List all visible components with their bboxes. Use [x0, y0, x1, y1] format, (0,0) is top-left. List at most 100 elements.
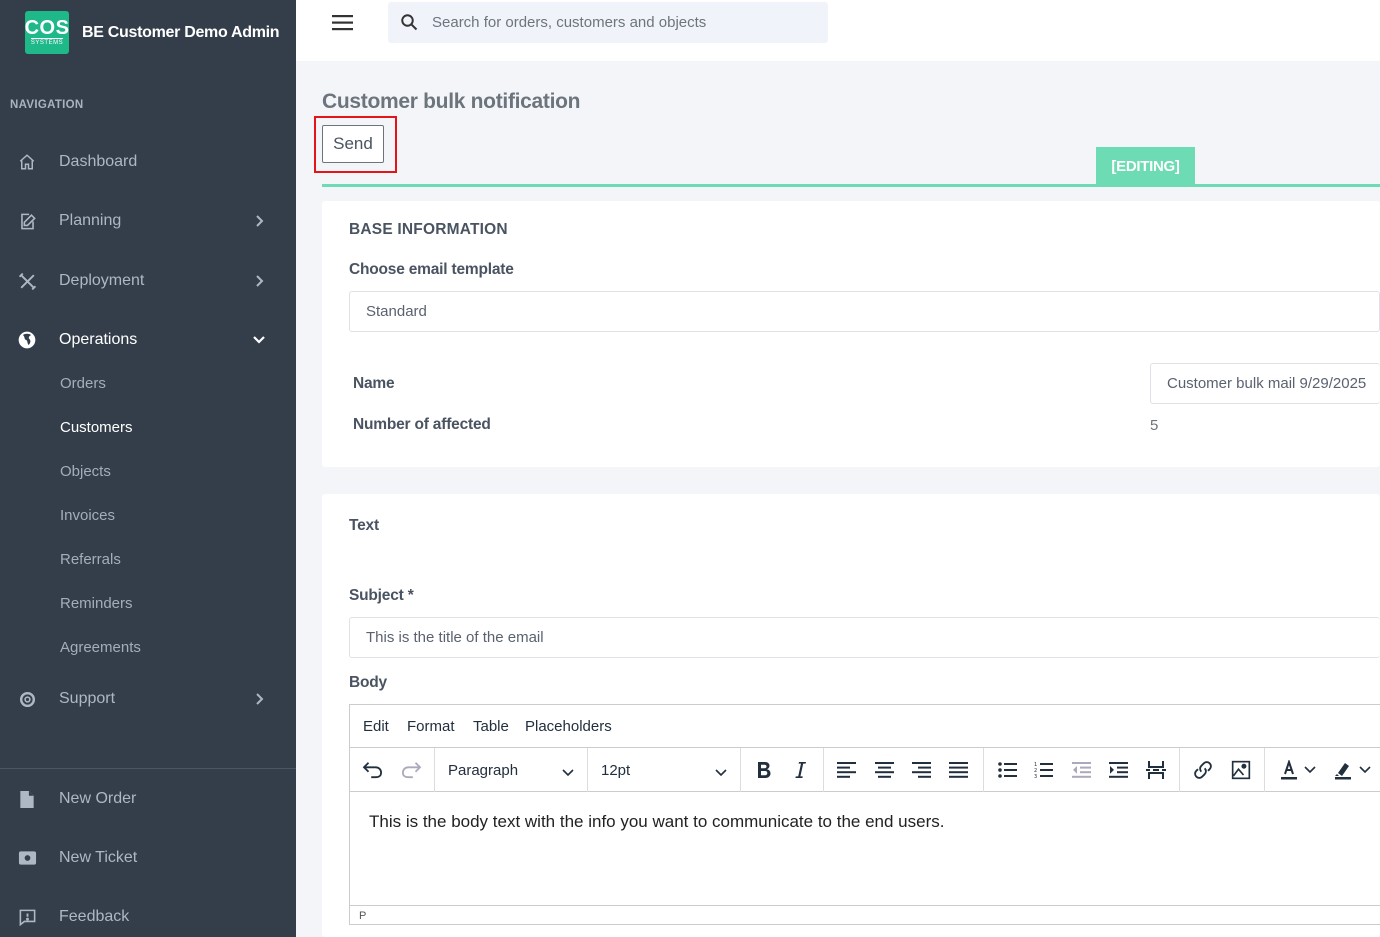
search-icon [400, 13, 418, 36]
chevron-right-icon [252, 214, 266, 228]
redo-icon[interactable] [398, 757, 424, 783]
editor-toolbar: Paragraph 12pt 1 2 3 [350, 748, 1380, 792]
toolbar-separator [587, 748, 588, 792]
menu-edit[interactable]: Edit [363, 718, 389, 735]
svg-text:3: 3 [1034, 774, 1037, 779]
rich-text-editor: Edit Format Table Placeholders Paragraph… [349, 704, 1380, 925]
sidebar-item-label: Feedback [59, 908, 130, 925]
chevron-down-icon[interactable] [1303, 757, 1317, 783]
edit-icon [16, 210, 38, 232]
page-title: Customer bulk notification [322, 90, 581, 113]
hamburger-menu-icon[interactable] [332, 15, 354, 31]
subject-field[interactable]: This is the title of the email [349, 617, 1380, 658]
sidebar-item-label: Support [59, 690, 116, 707]
chevron-right-icon [252, 274, 266, 288]
numbered-list-icon[interactable]: 123 [1031, 757, 1057, 783]
menu-placeholders[interactable]: Placeholders [525, 718, 612, 735]
editor-menubar: Edit Format Table Placeholders [350, 705, 1380, 748]
sidebar-subitem-referrals[interactable]: Referrals [60, 551, 121, 568]
brand[interactable]: COS SYSTEMS BE Customer Demo Admin [25, 11, 280, 54]
base-information-heading: BASE INFORMATION [349, 221, 508, 238]
body-label: Body [349, 674, 387, 691]
align-left-icon[interactable] [834, 757, 860, 783]
sidebar-item-planning[interactable]: Planning [0, 201, 296, 241]
sidebar-item-label: Deployment [59, 272, 145, 289]
affected-count: 5 [1150, 417, 1159, 434]
brand-name: BE Customer Demo Admin [82, 23, 280, 41]
toolbar-separator [434, 748, 435, 792]
link-icon[interactable] [1190, 757, 1216, 783]
editor-content[interactable]: This is the body text with the info you … [369, 812, 944, 832]
highlight-color-icon[interactable] [1330, 757, 1356, 783]
sidebar-subitem-reminders[interactable]: Reminders [60, 595, 133, 612]
sidebar-item-label: New Ticket [59, 849, 138, 866]
sidebar-item-feedback[interactable]: Feedback [0, 897, 296, 937]
align-center-icon[interactable] [872, 757, 898, 783]
affected-label: Number of affected [353, 416, 491, 433]
cos-systems-logo: COS SYSTEMS [25, 11, 69, 54]
sidebar-item-label: Dashboard [59, 153, 138, 170]
chevron-right-icon [252, 692, 266, 706]
chevron-down-icon [562, 764, 574, 781]
sidebar-subitem-agreements[interactable]: Agreements [60, 639, 141, 656]
bold-icon[interactable] [751, 757, 777, 783]
menu-table[interactable]: Table [473, 718, 509, 735]
ticket-icon [16, 847, 38, 869]
lifebuoy-icon [16, 688, 38, 710]
search-input[interactable] [432, 2, 812, 43]
toolbar-separator [1264, 748, 1265, 792]
sidebar-subitem-objects[interactable]: Objects [60, 463, 111, 480]
status-line [322, 184, 1380, 187]
sidebar-item-deployment[interactable]: Deployment [0, 261, 296, 301]
bullet-list-icon[interactable] [995, 757, 1021, 783]
subject-label: Subject * [349, 587, 414, 604]
home-icon [16, 151, 38, 173]
toolbar-separator [983, 748, 984, 792]
feedback-icon [16, 906, 38, 928]
chevron-down-icon [252, 333, 266, 347]
nav-heading: NAVIGATION [10, 99, 84, 111]
align-right-icon[interactable] [909, 757, 935, 783]
name-field[interactable]: Customer bulk mail 9/29/2025 [1150, 363, 1380, 404]
italic-icon[interactable] [788, 757, 814, 783]
text-color-icon[interactable] [1276, 757, 1302, 783]
page-break-icon[interactable] [1143, 757, 1169, 783]
toolbar-separator [740, 748, 741, 792]
sidebar-item-operations[interactable]: Operations [0, 320, 296, 360]
undo-icon[interactable] [360, 757, 386, 783]
search-box [388, 2, 828, 43]
chevron-down-icon[interactable] [1358, 757, 1372, 783]
sidebar-item-label: Planning [59, 212, 122, 229]
block-format-value: Paragraph [448, 761, 519, 779]
indent-icon[interactable] [1106, 757, 1132, 783]
name-label: Name [353, 375, 395, 392]
email-template-select[interactable]: Standard [349, 291, 1380, 332]
sidebar: COS SYSTEMS BE Customer Demo Admin NAVIG… [0, 0, 296, 937]
logo-text-bottom: SYSTEMS [30, 38, 64, 46]
outdent-icon[interactable] [1069, 757, 1095, 783]
logo-text-top: COS [24, 17, 70, 39]
block-format-select[interactable]: Paragraph [448, 748, 578, 792]
sidebar-item-new-order[interactable]: New Order [0, 779, 296, 819]
file-icon [16, 788, 38, 810]
globe-icon [16, 329, 38, 351]
image-icon[interactable] [1228, 757, 1254, 783]
font-size-value: 12pt [601, 761, 631, 779]
element-path: P [359, 910, 367, 922]
align-justify-icon[interactable] [946, 757, 972, 783]
toolbar-separator [823, 748, 824, 792]
sidebar-subitem-customers[interactable]: Customers [60, 419, 133, 436]
text-heading: Text [349, 517, 379, 534]
send-button[interactable]: Send [322, 125, 384, 163]
sidebar-item-support[interactable]: Support [0, 679, 296, 719]
font-size-select[interactable]: 12pt [601, 748, 731, 792]
sidebar-item-label: Operations [59, 331, 138, 348]
sidebar-subitem-orders[interactable]: Orders [60, 375, 106, 392]
sidebar-item-new-ticket[interactable]: New Ticket [0, 838, 296, 878]
sidebar-divider [0, 768, 296, 769]
chevron-down-icon [715, 764, 727, 781]
sidebar-item-dashboard[interactable]: Dashboard [0, 142, 296, 182]
menu-format[interactable]: Format [407, 718, 455, 735]
sidebar-subitem-invoices[interactable]: Invoices [60, 507, 115, 524]
top-bar [296, 0, 1380, 61]
